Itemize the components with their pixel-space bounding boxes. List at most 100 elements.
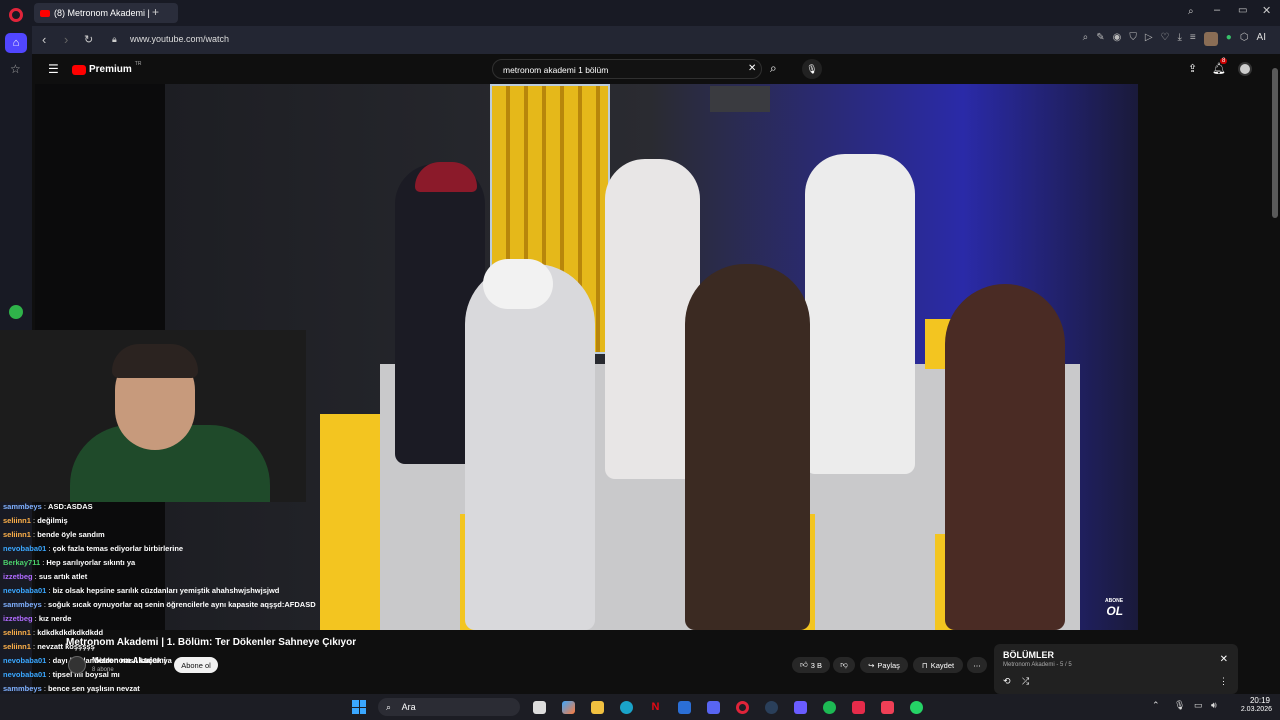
red-app-icon[interactable] [852,701,865,714]
ai-button[interactable]: AI [1257,32,1266,46]
like-button[interactable]: 👍︎ 3 B [792,657,830,673]
zoom-icon[interactable]: ⌕ [1083,32,1089,46]
chat-text: biz olsak hepsine sarılık cüzdanları yem… [52,586,280,595]
chat-message: nevobaba01 : tipsel mi boysal mı [3,670,120,679]
tray-volume-icon[interactable]: 🔊︎ [1211,700,1217,711]
minimize-button[interactable]: – [1214,4,1220,16]
chat-message: sammbeys : soğuk sıcak oynuyorlar aq sen… [3,600,316,609]
discord-icon[interactable] [707,701,720,714]
chat-text: sus artık atlet [38,572,88,581]
dislike-button[interactable]: 👎︎ [833,657,855,673]
chat-username: izzetbeg [3,572,33,581]
extension-icon[interactable]: ● [1226,32,1232,46]
person-white-beret [465,264,595,630]
clear-search-icon[interactable]: ✕ [748,63,756,74]
chat-text: bence sen yaşlısın nevzat [48,684,140,693]
chat-username: seliinn1 [3,628,31,637]
close-window-button[interactable]: ✕ [1262,4,1271,17]
windows-start-icon[interactable] [352,700,366,714]
chat-message: sammbeys : ASD:ASDAS [3,502,93,511]
whatsapp-taskbar-icon[interactable] [910,701,923,714]
shield-icon[interactable]: ⛉ [1129,32,1137,46]
chat-text: kdkdkdkdkdkdkdd [37,628,104,637]
whatsapp-icon[interactable] [9,305,23,319]
copilot-icon[interactable] [562,701,575,714]
chat-message: seliinn1 : bende öyle sandım [3,530,105,539]
maximize-button[interactable]: ▭ [1238,5,1247,16]
more-actions-button[interactable]: ⋯ [967,657,987,673]
url-field[interactable]: www.youtube.com/watch [130,34,229,44]
opera-taskbar-icon[interactable] [736,701,749,714]
subscribe-button[interactable]: Abone ol [174,657,218,673]
tab-title: (8) Metronom Akademi | [54,8,150,18]
edit-icon[interactable]: ✎ [1096,32,1104,46]
logo-region: TR [134,60,142,67]
tray-display-icon[interactable]: ▭ [1194,700,1203,711]
episodes-subtitle-row: Metronom Akademi - 5 / 5 [1003,662,1072,668]
loop-icon[interactable]: ⟲ [1003,676,1011,687]
panel-menu-icon[interactable]: ⋮ [1219,676,1228,687]
play-icon[interactable]: ▷ [1145,32,1153,46]
profile-avatar[interactable] [1203,32,1218,46]
chat-username: izzetbeg [3,614,33,623]
file-explorer-icon[interactable] [591,701,604,714]
steam-icon[interactable] [765,701,778,714]
new-tab-button[interactable]: + [152,5,159,19]
heart-icon[interactable]: ♡ [1161,32,1170,46]
upload-icon[interactable]: ⇪ [1188,62,1197,75]
opera-logo-icon[interactable] [9,8,23,22]
scrollbar-thumb[interactable] [1272,68,1278,218]
cube-icon[interactable]: ⬡ [1240,32,1249,46]
tab-search-icon[interactable]: ⌕ [1188,6,1194,17]
close-panel-icon[interactable]: ✕ [1220,654,1228,665]
tray-mic-icon[interactable]: 🎙︎ [1174,700,1185,711]
taskbar-search[interactable]: ⌕ Ara [378,698,520,716]
channel-avatar[interactable] [68,656,86,674]
mail-icon[interactable] [678,701,691,714]
star-icon[interactable]: ☆ [10,62,21,76]
thumbs-down-icon: 👎︎ [840,660,848,669]
page-scrollbar[interactable] [1270,54,1280,694]
chat-text: Hep sarılıyorlar sıkıntı ya [46,558,136,567]
search-button[interactable]: ⌕ [770,61,777,76]
back-button[interactable]: ‹ [42,32,46,47]
camera-icon[interactable]: ◉ [1113,32,1122,46]
tray-chevron-icon[interactable]: ⌃ [1152,700,1160,711]
chat-message: izzetbeg : sus artık atlet [3,572,88,581]
person-white-beret-hat [483,259,553,309]
share-button[interactable]: ↪ Paylaş [860,657,908,673]
apps-grid-icon[interactable] [794,701,807,714]
menu-icon[interactable]: ≡ [1190,32,1196,46]
home-icon[interactable]: ⌂ [5,33,27,53]
shuffle-icon[interactable]: ⤮ [1022,676,1029,687]
webcam-overlay [0,330,306,502]
reload-button[interactable]: ↻ [84,33,93,46]
channel-name[interactable]: Metronom Akademi [92,656,166,665]
chat-message: Berkay711 : Hep sarılıyorlar sıkıntı ya [3,558,136,567]
youtube-logo[interactable]: Premium TR [72,60,142,75]
clock-time[interactable]: 20:19 [1240,696,1270,705]
forward-button[interactable]: › [64,32,68,47]
chat-text: ASD:ASDAS [48,502,93,511]
hamburger-menu-icon[interactable]: ☰ [48,62,59,76]
save-button[interactable]: ⊓ Kaydet [913,657,963,673]
clock-date[interactable]: 2.03.2026 [1232,706,1272,713]
spotify-icon[interactable] [823,701,836,714]
chat-username: nevobaba01 [3,544,47,553]
microphone-icon[interactable]: 🎙︎ [802,59,822,79]
address-bar: ‹ › ↻ 🔒︎ www.youtube.com/watch ⌕ ✎ ◉ ⛉ ▷… [32,26,1280,54]
account-avatar[interactable] [1238,62,1252,76]
logo-text: Premium [89,64,132,75]
download-icon[interactable]: ⤓ [1178,32,1182,46]
like-count: 3 B [810,660,823,670]
stream-chat: sammbeys : ASD:ASDAS seliinn1 : değilmiş s… [0,500,320,720]
task-view-icon[interactable] [533,701,546,714]
youtube-favicon-icon [40,9,50,17]
video-title: Metronom Akademi | 1. Bölüm: Ter Dökenle… [66,637,357,648]
netflix-icon[interactable]: N [649,701,662,714]
search-input[interactable]: metronom akademi 1 bölüm [492,59,762,79]
edge-icon[interactable] [620,701,633,714]
chat-text: kız nerde [38,614,72,623]
person-glasses [805,154,915,474]
pocket-icon[interactable] [881,701,894,714]
